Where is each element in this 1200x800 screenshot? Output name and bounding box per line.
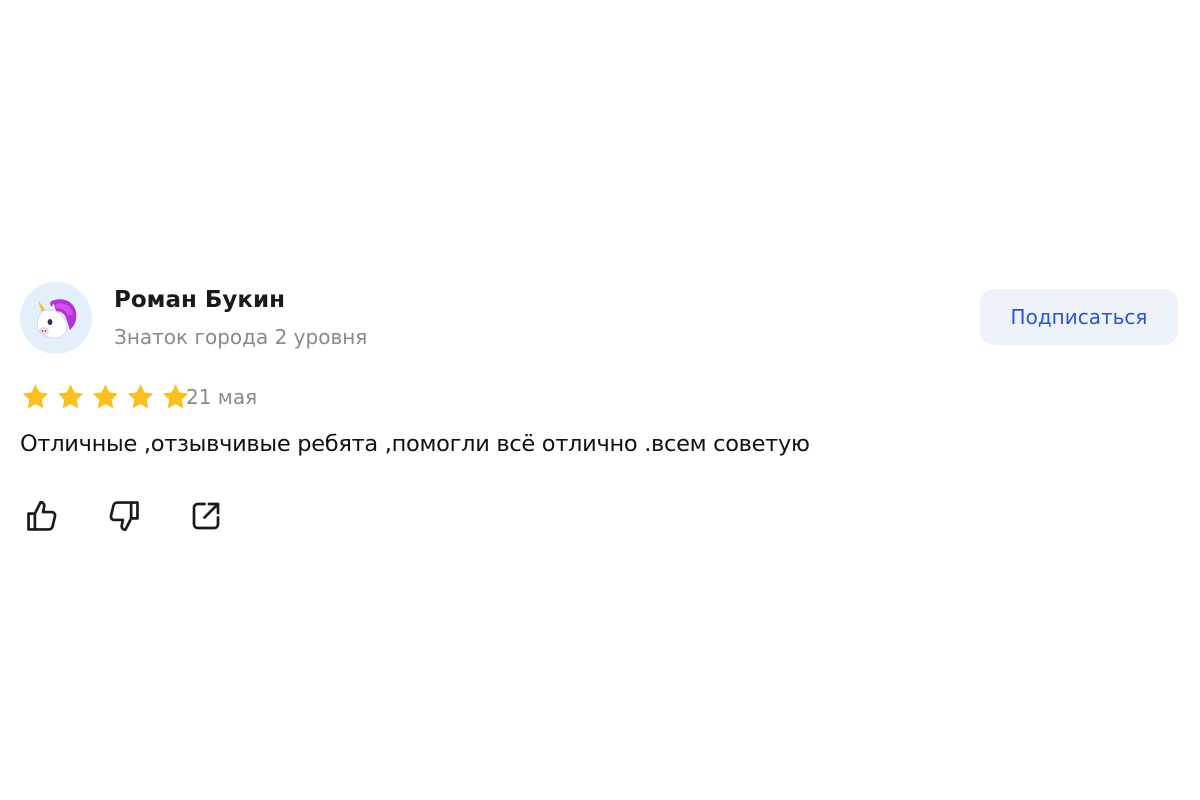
review-text: Отличные ,отзывчивые ребята ,помогли всё… [20, 431, 810, 457]
thumbs-up-icon [27, 500, 57, 531]
dislike-button[interactable] [104, 496, 144, 536]
thumbs-down-icon [109, 501, 139, 532]
star-icon [90, 382, 121, 412]
share-button[interactable] [186, 496, 226, 536]
star-icon [55, 382, 86, 412]
author-name[interactable]: Роман Букин [114, 284, 285, 316]
author-level: Знаток города 2 уровня [114, 325, 368, 349]
review-card: Роман Букин Знаток города 2 уровня Подпи… [0, 0, 1200, 800]
review-date: 21 мая [186, 385, 258, 409]
subscribe-button[interactable]: Подписаться [980, 289, 1178, 345]
rating-stars [20, 382, 191, 412]
star-icon [20, 382, 51, 412]
like-button[interactable] [22, 496, 62, 536]
star-icon [125, 382, 156, 412]
unicorn-icon [36, 299, 77, 339]
avatar[interactable] [20, 282, 92, 354]
share-icon [192, 502, 220, 530]
